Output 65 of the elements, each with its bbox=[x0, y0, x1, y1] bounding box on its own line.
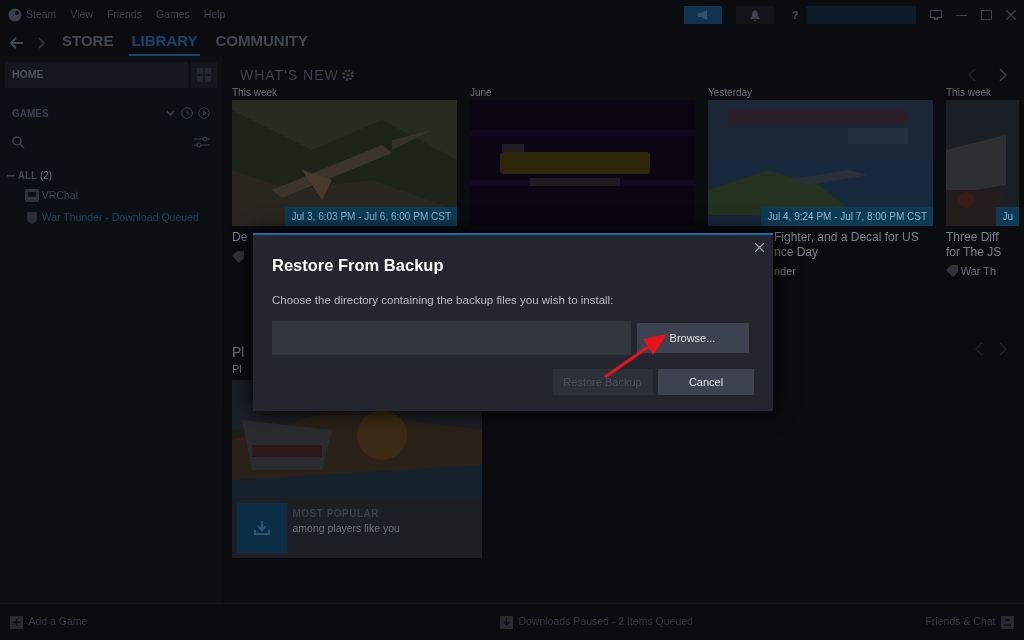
shield-icon bbox=[25, 211, 39, 225]
news-source: nder bbox=[774, 264, 797, 279]
period-label: This week bbox=[232, 86, 277, 100]
back-arrow-icon[interactable] bbox=[10, 37, 24, 49]
filter-icon[interactable] bbox=[194, 136, 210, 148]
game-name: War Thunder - Download Queued bbox=[41, 210, 199, 226]
tag-icon bbox=[232, 251, 244, 264]
date-badge: Jul 3, 6:03 PM - Jul 6, 6:00 PM CST bbox=[285, 207, 457, 226]
home-button[interactable]: HOME bbox=[5, 62, 189, 88]
bell-icon bbox=[750, 9, 760, 21]
news-source: War Th bbox=[960, 264, 997, 279]
date-badge: Jul 4, 9:24 PM - Jul 7, 8:00 PM CST bbox=[761, 207, 933, 226]
news-caption: Fighter, and a Decal for US bbox=[774, 230, 919, 245]
play-icon[interactable] bbox=[198, 107, 210, 119]
tag-icon bbox=[946, 265, 958, 278]
period-label: June bbox=[470, 86, 492, 100]
plus-icon bbox=[10, 615, 23, 629]
section-subtitle: Pl bbox=[232, 361, 242, 377]
steam-logo-icon bbox=[8, 8, 22, 22]
close-icon[interactable] bbox=[1006, 10, 1016, 20]
period-label: This week bbox=[946, 86, 991, 100]
monitor-icon[interactable] bbox=[930, 10, 942, 20]
nav-tab[interactable]: STORE bbox=[60, 29, 116, 57]
close-icon bbox=[754, 242, 764, 252]
game-item[interactable]: War Thunder - Download Queued bbox=[5, 209, 217, 227]
group-label: ALL bbox=[17, 169, 38, 183]
section-title: WHAT'S NEW bbox=[240, 65, 339, 85]
dialog-description: Choose the directory containing the backup files you wish to install: bbox=[272, 292, 615, 308]
news-caption: Three Diff bbox=[946, 230, 999, 245]
clock-icon[interactable] bbox=[180, 107, 193, 119]
maximize-icon[interactable] bbox=[981, 10, 992, 20]
chevron-down-icon[interactable] bbox=[166, 110, 175, 116]
grid-view-button[interactable] bbox=[191, 62, 217, 88]
game-item[interactable]: VRChat bbox=[5, 187, 217, 205]
cancel-button[interactable]: Cancel bbox=[658, 369, 754, 395]
announcements-button[interactable] bbox=[684, 6, 722, 24]
news-caption: for The JS bbox=[946, 245, 1002, 260]
help-button[interactable]: ? bbox=[788, 6, 802, 24]
date-badge: Ju bbox=[996, 207, 1019, 226]
account-button[interactable] bbox=[806, 6, 916, 24]
download-icon bbox=[254, 521, 270, 535]
search-icon[interactable] bbox=[12, 135, 25, 149]
menu-item[interactable]: Help bbox=[203, 7, 226, 23]
browse-button[interactable]: Browse... bbox=[636, 323, 749, 353]
group-count: (2) bbox=[39, 169, 53, 183]
nav-tab[interactable]: COMMUNITY bbox=[213, 29, 310, 57]
megaphone-icon bbox=[697, 10, 709, 20]
tile-subtitle: among players like you bbox=[292, 521, 400, 536]
directory-field[interactable] bbox=[272, 321, 631, 355]
news-caption: De bbox=[232, 230, 248, 245]
group-header[interactable]: ALL (2) bbox=[5, 168, 217, 183]
settings-icon[interactable] bbox=[341, 69, 354, 81]
news-caption: nce Day bbox=[774, 245, 819, 260]
close-button[interactable] bbox=[753, 241, 765, 253]
period-label: Yesterday bbox=[708, 86, 753, 100]
annotation-arrow bbox=[603, 333, 669, 379]
menu-item[interactable]: Games bbox=[155, 7, 190, 23]
notifications-button[interactable] bbox=[736, 6, 774, 24]
dialog-title: Restore From Backup bbox=[272, 255, 445, 276]
game-name: VRChat bbox=[41, 188, 79, 204]
download-icon bbox=[499, 615, 513, 629]
section-title: Pl bbox=[232, 342, 245, 361]
game-logo-icon bbox=[25, 189, 39, 203]
chat-icon bbox=[1001, 615, 1014, 629]
menu-item[interactable]: Friends bbox=[106, 7, 142, 23]
